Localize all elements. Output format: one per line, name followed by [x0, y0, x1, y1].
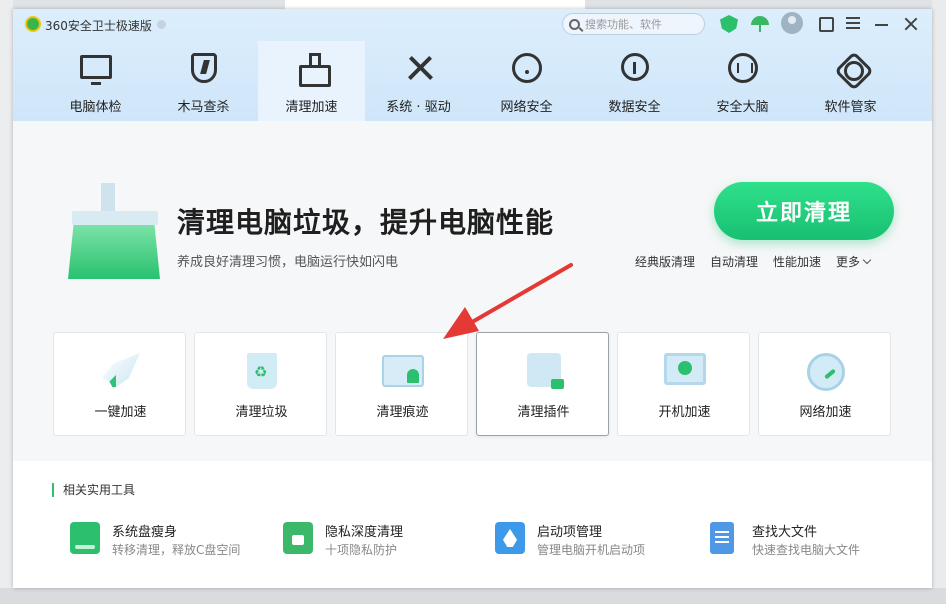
title-bar: 360安全卫士极速版 — [13, 9, 932, 41]
tool-desc: 快速查找电脑大文件 — [752, 543, 861, 557]
close-button[interactable] — [904, 17, 918, 31]
status-dot-icon — [157, 20, 166, 29]
tool-name: 系统盘瘦身 — [112, 525, 178, 540]
power-monitor-icon — [664, 353, 706, 385]
startup-rocket-icon — [495, 522, 525, 554]
recycle-bin-icon — [247, 353, 277, 389]
flower-icon — [835, 53, 867, 83]
menu-button[interactable] — [846, 17, 860, 31]
privacy-lock-icon — [283, 522, 313, 554]
performance-speedup-link[interactable]: 性能加速 — [773, 253, 821, 270]
tool-desc: 十项隐私防护 — [325, 543, 398, 557]
umbrella-icon[interactable] — [751, 15, 769, 33]
nav-item-network-security[interactable]: 网络安全 — [473, 41, 580, 121]
nav-item-system-driver[interactable]: 系统 · 驱动 — [365, 41, 472, 121]
tool-find-large-files[interactable]: 查找大文件 快速查找电脑大文件 — [710, 518, 910, 558]
page-subtitle: 养成良好清理习惯，电脑运行快如闪电 — [177, 255, 399, 270]
search-input[interactable] — [585, 17, 695, 31]
nav-item-clean-speedup[interactable]: 清理加速 — [258, 41, 365, 121]
tool-startup-manager[interactable]: 启动项管理 管理电脑开机启动项 — [495, 518, 695, 558]
brain-icon — [728, 53, 758, 83]
main-nav: 电脑体检 木马查杀 清理加速 系统 · 驱动 网络安全 数据安全 安全大脑 软件… — [13, 41, 932, 121]
disk-icon — [70, 522, 100, 554]
more-link[interactable]: 更多 — [836, 253, 872, 270]
nav-item-data-security[interactable]: 数据安全 — [581, 41, 688, 121]
nav-item-software-manager[interactable]: 软件管家 — [797, 41, 904, 121]
wrench-screwdriver-icon — [403, 53, 435, 83]
clean-now-button[interactable]: 立即清理 — [714, 182, 894, 240]
background-page-right — [932, 0, 946, 604]
nav-item-label: 软件管家 — [824, 100, 877, 115]
card-label: 清理插件 — [517, 405, 570, 420]
background-page-left — [0, 0, 13, 604]
tool-name: 启动项管理 — [537, 525, 603, 540]
tool-name: 查找大文件 — [752, 525, 818, 540]
tool-privacy-deep-clean[interactable]: 隐私深度清理 十项隐私防护 — [283, 518, 483, 558]
nav-item-label: 数据安全 — [608, 100, 661, 115]
shield-bolt-icon — [191, 53, 217, 83]
app-title: 360安全卫士极速版 — [45, 19, 152, 33]
card-label: 开机加速 — [658, 405, 711, 420]
card-one-click-speedup[interactable]: 一键加速 — [53, 332, 186, 436]
card-network-speedup[interactable]: 网络加速 — [758, 332, 891, 436]
related-tools-section: 相关实用工具 系统盘瘦身 转移清理，释放C盘空间 隐私深度清理 十项隐私防护 启… — [13, 461, 932, 588]
wifi-icon — [512, 53, 542, 83]
feature-cards: 一键加速 清理垃圾 清理痕迹 清理插件 开机加速 网络加速 — [53, 332, 893, 436]
header: 360安全卫士极速版 电脑体检 木马查杀 — [13, 9, 932, 121]
app-window: 360安全卫士极速版 电脑体检 木马查杀 — [13, 9, 932, 588]
broom-icon — [296, 53, 331, 87]
tool-name: 隐私深度清理 — [325, 525, 404, 540]
rocket-icon — [102, 353, 140, 389]
more-link-label: 更多 — [836, 255, 861, 269]
search-box[interactable] — [562, 13, 705, 35]
window-ghost-icon — [382, 355, 424, 387]
cube-icon — [621, 53, 649, 81]
section-heading: 相关实用工具 — [52, 483, 135, 497]
card-clean-junk[interactable]: 清理垃圾 — [194, 332, 327, 436]
app-logo-icon — [25, 16, 41, 32]
broom-illustration-icon — [68, 183, 160, 279]
gauge-icon — [807, 353, 845, 391]
puzzle-icon — [527, 353, 564, 389]
nav-item-pc-checkup[interactable]: 电脑体检 — [42, 41, 149, 121]
tool-desc: 转移清理，释放C盘空间 — [112, 543, 241, 557]
file-search-icon — [710, 522, 734, 554]
background-page-bottom — [0, 588, 946, 604]
nav-item-label: 网络安全 — [500, 100, 553, 115]
protection-shield-icon[interactable] — [720, 15, 738, 33]
chevron-down-icon — [862, 255, 872, 265]
nav-item-label: 木马查杀 — [177, 100, 230, 115]
tool-system-disk-slim[interactable]: 系统盘瘦身 转移清理，释放C盘空间 — [70, 518, 270, 558]
monitor-pulse-icon — [80, 55, 112, 85]
tool-desc: 管理电脑开机启动项 — [537, 543, 646, 557]
nav-item-label: 系统 · 驱动 — [386, 100, 451, 115]
search-icon — [569, 18, 580, 30]
background-page-top — [285, 0, 585, 9]
card-label: 清理痕迹 — [376, 405, 429, 420]
card-label: 一键加速 — [94, 405, 147, 420]
nav-item-label: 清理加速 — [285, 100, 338, 115]
card-label: 清理垃圾 — [235, 405, 288, 420]
user-avatar[interactable] — [781, 12, 803, 34]
annotation-arrow-icon — [443, 263, 573, 339]
card-clean-traces[interactable]: 清理痕迹 — [335, 332, 468, 436]
nav-item-label: 安全大脑 — [716, 100, 769, 115]
page-title: 清理电脑垃圾，提升电脑性能 — [177, 206, 555, 239]
feedback-icon[interactable] — [819, 17, 834, 32]
minimize-button[interactable] — [875, 24, 888, 26]
auto-clean-link[interactable]: 自动清理 — [710, 253, 758, 270]
quick-links: 经典版清理 自动清理 性能加速 更多 — [635, 253, 872, 270]
nav-item-trojan-scan[interactable]: 木马查杀 — [150, 41, 257, 121]
nav-item-label: 电脑体检 — [69, 100, 122, 115]
card-boot-speedup[interactable]: 开机加速 — [617, 332, 750, 436]
card-clean-plugins[interactable]: 清理插件 — [476, 332, 609, 436]
classic-clean-link[interactable]: 经典版清理 — [635, 253, 695, 270]
card-label: 网络加速 — [799, 405, 852, 420]
nav-item-security-brain[interactable]: 安全大脑 — [689, 41, 796, 121]
